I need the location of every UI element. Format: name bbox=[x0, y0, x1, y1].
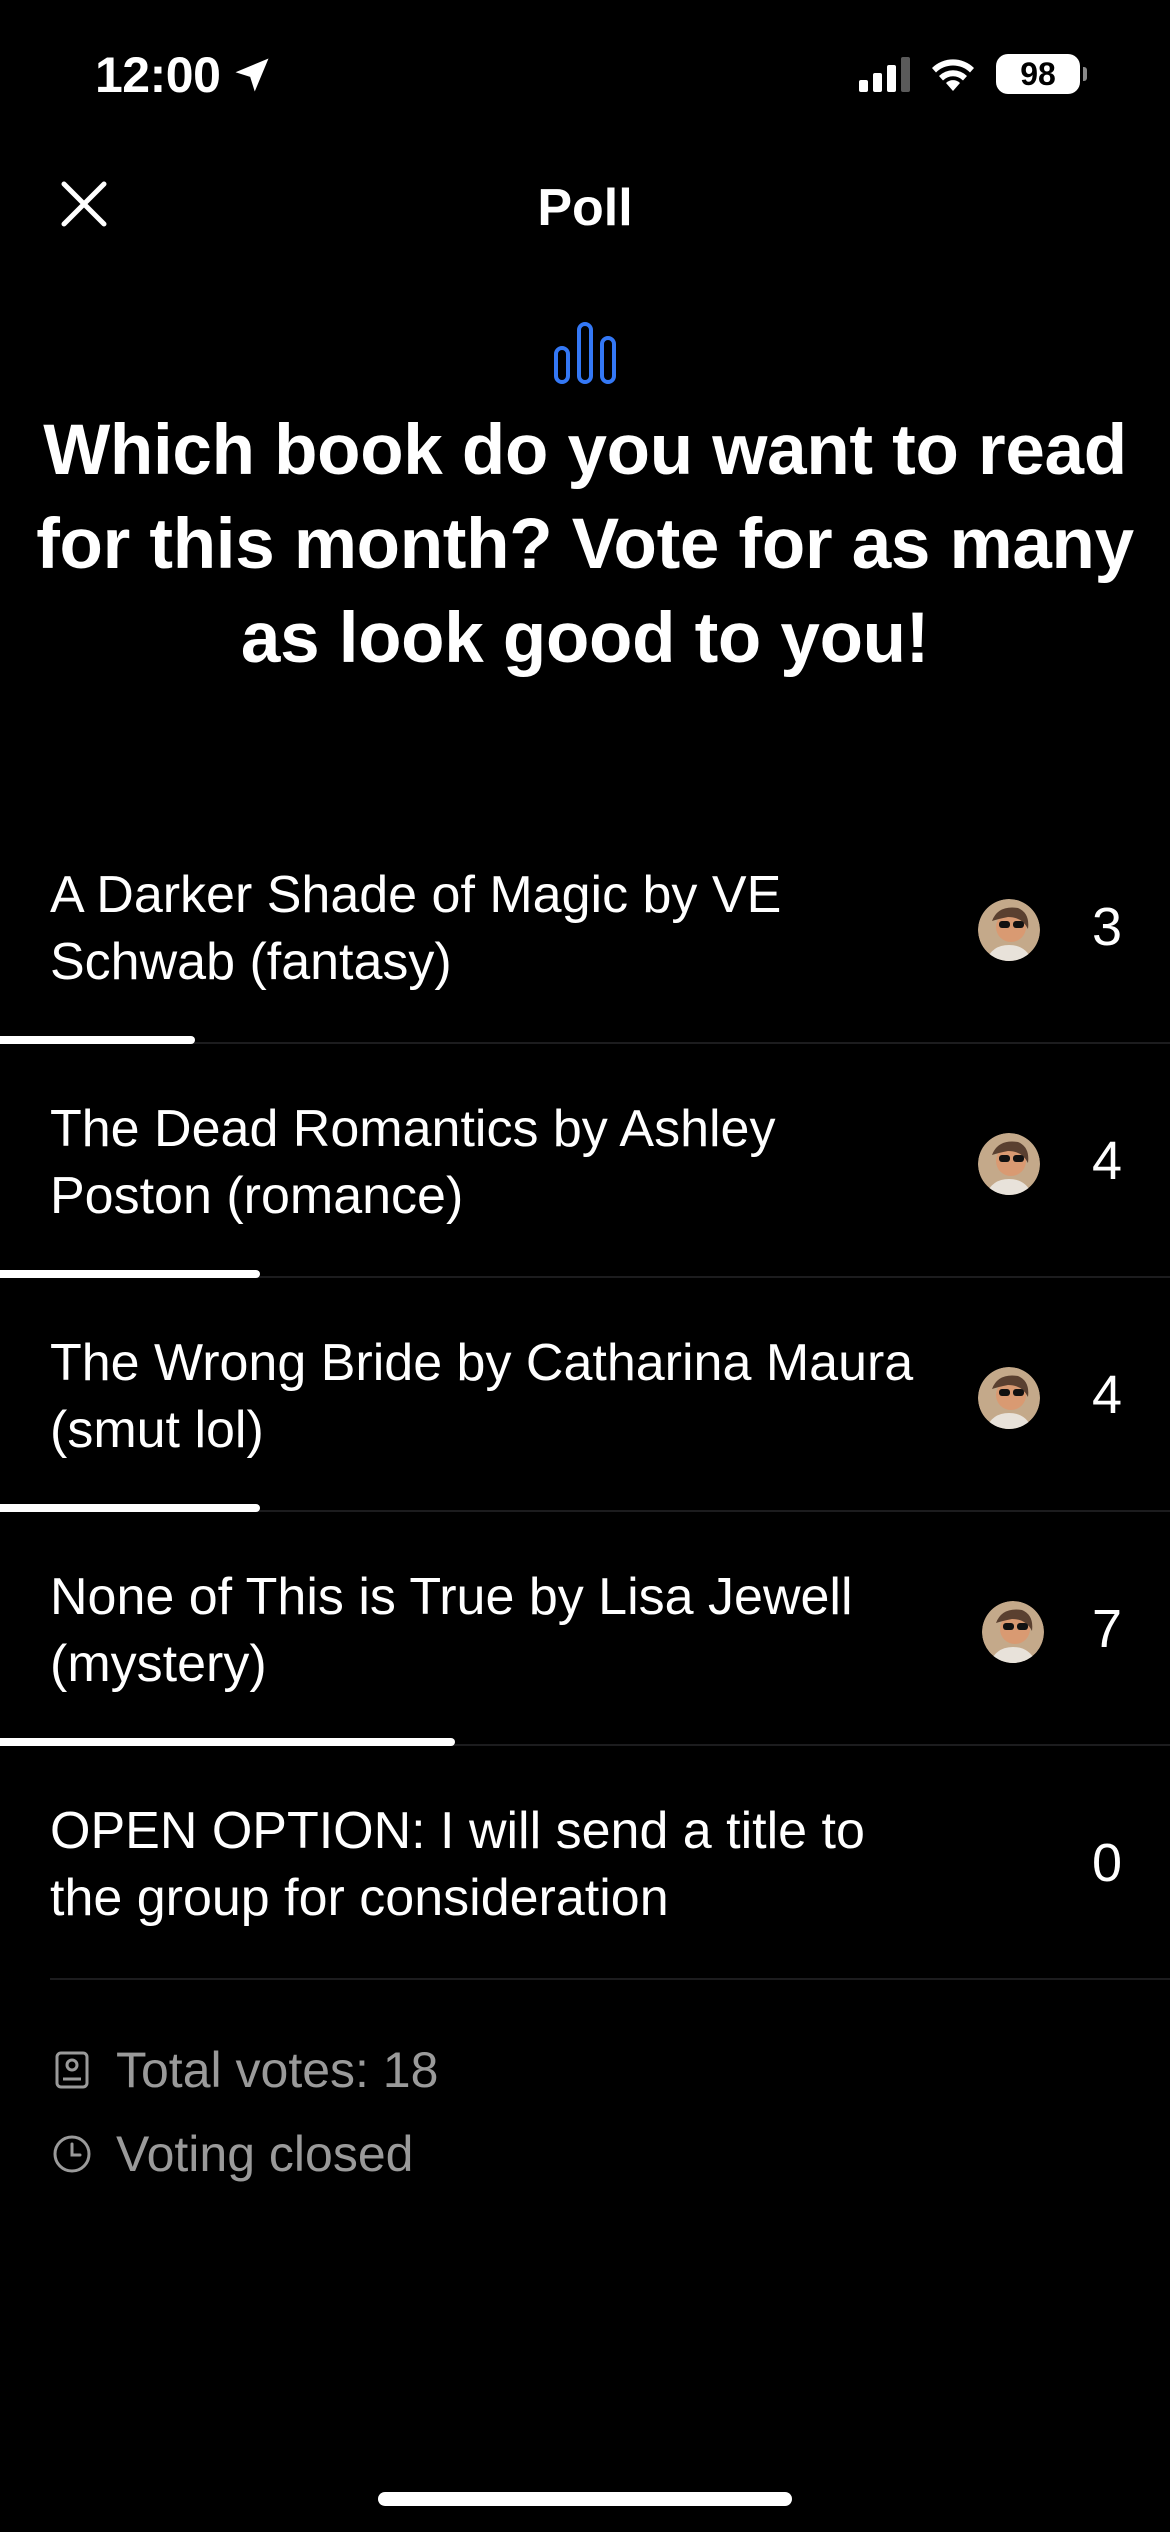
poll-question: Which book do you want to read for this … bbox=[36, 411, 1134, 678]
status-time-label: 12:00 bbox=[95, 47, 221, 103]
clock-icon bbox=[53, 2135, 91, 2173]
poll-option-text: The Wrong Bride by Catharina Maura (smut… bbox=[50, 1334, 914, 1459]
poll-options: A Darker Shade of Magic by VE Schwab (fa… bbox=[0, 810, 1170, 1980]
vote-count: 3 bbox=[1091, 897, 1122, 957]
status-time: 12:00 bbox=[95, 46, 274, 104]
poll-chart-icon bbox=[554, 322, 616, 384]
poll-option[interactable]: None of This is True by Lisa Jewell (mys… bbox=[0, 1512, 1170, 1746]
avatar bbox=[978, 1133, 1040, 1195]
poll-option[interactable]: The Wrong Bride by Catharina Maura (smut… bbox=[0, 1278, 1170, 1512]
vote-count: 4 bbox=[1091, 1131, 1122, 1191]
poll-option-text: None of This is True by Lisa Jewell (mys… bbox=[50, 1568, 853, 1693]
poll-option[interactable]: The Dead Romantics by Ashley Poston (rom… bbox=[0, 1044, 1170, 1278]
avatar bbox=[982, 1601, 1044, 1663]
battery-indicator: 98 bbox=[996, 54, 1087, 94]
vote-share-bar bbox=[0, 1270, 260, 1278]
avatar bbox=[978, 899, 1040, 961]
status-icons: 98 bbox=[859, 54, 1087, 94]
page-title: Poll bbox=[537, 179, 633, 237]
voting-status: Voting closed bbox=[116, 2126, 414, 2182]
voting-status-row: Voting closed bbox=[50, 2112, 438, 2196]
divider bbox=[50, 1978, 1170, 1980]
total-votes: Total votes: 18 bbox=[116, 2042, 439, 2098]
location-arrow-icon bbox=[235, 58, 269, 92]
home-indicator[interactable] bbox=[378, 2492, 792, 2506]
vote-share-bar bbox=[0, 1504, 260, 1512]
vote-count: 0 bbox=[1091, 1833, 1122, 1893]
poll-option[interactable]: OPEN OPTION: I will send a title to the … bbox=[0, 1746, 1170, 1980]
poll-option-text: The Dead Romantics by Ashley Poston (rom… bbox=[50, 1100, 776, 1225]
vote-share-bar bbox=[0, 1036, 195, 1044]
wifi-icon bbox=[932, 59, 974, 91]
status-bar: 12:00 98 bbox=[0, 0, 1170, 150]
poll-option[interactable]: A Darker Shade of Magic by VE Schwab (fa… bbox=[0, 810, 1170, 1044]
battery-level: 98 bbox=[1020, 55, 1056, 92]
cellular-signal-icon bbox=[859, 56, 910, 92]
vote-count: 4 bbox=[1091, 1365, 1122, 1425]
vote-count: 7 bbox=[1091, 1599, 1122, 1659]
vote-share-bar bbox=[0, 1738, 455, 1746]
poll-option-text: OPEN OPTION: I will send a title to the … bbox=[50, 1802, 865, 1927]
total-votes-row: Total votes: 18 bbox=[50, 2028, 438, 2112]
avatar bbox=[978, 1367, 1040, 1429]
ballot-box-icon bbox=[55, 2051, 89, 2089]
poll-option-text: A Darker Shade of Magic by VE Schwab (fa… bbox=[50, 866, 782, 991]
poll-meta: Total votes: 18 Voting closed bbox=[50, 2028, 438, 2196]
